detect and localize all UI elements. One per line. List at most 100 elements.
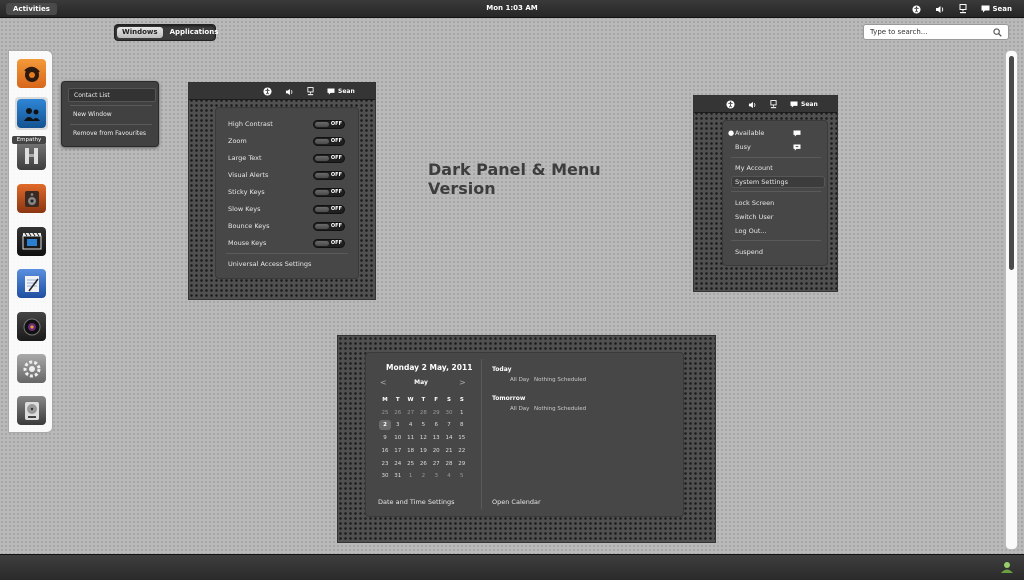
weekday-label: M (382, 397, 388, 403)
tab-applications[interactable]: Applications (165, 27, 224, 38)
suspend-item[interactable]: Suspend (735, 246, 763, 258)
calendar-day[interactable]: 10 (392, 433, 404, 443)
tab-windows[interactable]: Windows (117, 27, 163, 38)
scrollbar-thumb[interactable] (1009, 56, 1014, 270)
clock[interactable]: Mon 1:03 AM (0, 4, 1024, 12)
dash-app-9[interactable] (15, 394, 48, 427)
calendar-day[interactable]: 14 (443, 433, 455, 443)
calendar-day[interactable]: 15 (456, 433, 468, 443)
volume-icon[interactable] (285, 88, 294, 96)
calendar-day[interactable]: 30 (379, 471, 391, 481)
accessibility-icon[interactable] (726, 100, 735, 109)
workspace-scrollbar[interactable] (1005, 50, 1018, 550)
slow-keys-label: Slow Keys (228, 205, 261, 213)
volume-icon[interactable] (748, 101, 757, 109)
calendar-day[interactable]: 29 (456, 459, 468, 469)
my-account-item[interactable]: My Account (735, 162, 773, 174)
calendar-day[interactable]: 11 (405, 433, 417, 443)
accessibility-icon[interactable] (911, 4, 921, 14)
calendar-day[interactable]: 4 (443, 471, 455, 481)
calendar-day[interactable]: 4 (405, 420, 417, 430)
universal-access-settings[interactable]: Universal Access Settings (228, 258, 311, 270)
system-settings-item[interactable]: System Settings (731, 176, 825, 188)
open-calendar[interactable]: Open Calendar (492, 498, 541, 506)
next-month-button[interactable]: > (459, 378, 466, 387)
calendar-day[interactable]: 22 (456, 446, 468, 456)
calendar-day[interactable]: 25 (405, 459, 417, 469)
calendar-day[interactable]: 5 (417, 420, 429, 430)
calendar-day[interactable]: 24 (392, 459, 404, 469)
calendar-day[interactable]: 18 (405, 446, 417, 456)
notification-avatar-icon[interactable] (1000, 560, 1014, 574)
dash-app-6[interactable] (15, 267, 48, 300)
zoom-toggle[interactable]: OFF (313, 137, 345, 146)
switch-user-item[interactable]: Switch User (735, 211, 773, 223)
date-time-settings[interactable]: Date and Time Settings (378, 498, 455, 506)
user-menu-button[interactable]: Sean (327, 88, 355, 95)
calendar-day[interactable]: 6 (430, 420, 442, 430)
calendar-day[interactable]: 20 (430, 446, 442, 456)
user-menu-button[interactable]: Sean (790, 101, 818, 108)
dash-tooltip: Empathy (12, 136, 46, 144)
lock-screen-item[interactable]: Lock Screen (735, 197, 774, 209)
calendar-day[interactable]: 3 (392, 420, 404, 430)
calendar-day[interactable]: 21 (443, 446, 455, 456)
calendar-day[interactable]: 2 (417, 471, 429, 481)
network-icon[interactable] (307, 87, 314, 96)
user-menu-button[interactable]: Sean (981, 5, 1012, 13)
speaker-icon (17, 184, 46, 213)
calendar-day[interactable]: 1 (456, 408, 468, 418)
calendar-day[interactable]: 30 (443, 408, 455, 418)
sticky-keys-toggle[interactable]: OFF (313, 188, 345, 197)
menu-new-window[interactable]: New Window (68, 108, 156, 122)
slow-keys-toggle[interactable]: OFF (313, 205, 345, 214)
network-icon[interactable] (770, 100, 777, 109)
calendar-day[interactable]: 26 (417, 459, 429, 469)
calendar-day[interactable]: 2 (379, 420, 391, 431)
tomorrow-event-time: All Day (510, 406, 530, 412)
dash-app-8[interactable] (15, 352, 48, 385)
calendar-day[interactable]: 13 (430, 433, 442, 443)
calendar-day[interactable]: 25 (379, 408, 391, 418)
accessibility-icon[interactable] (263, 87, 272, 96)
calendar-day[interactable]: 31 (392, 471, 404, 481)
calendar-day[interactable]: 19 (417, 446, 429, 456)
calendar-day[interactable]: 1 (405, 471, 417, 481)
menu-remove-favourites[interactable]: Remove from Favourites (68, 127, 156, 141)
calendar-day[interactable]: 7 (443, 420, 455, 430)
calendar-day[interactable]: 23 (379, 459, 391, 469)
status-available[interactable]: ● Available (728, 127, 764, 139)
search-input[interactable] (864, 25, 984, 39)
calendar-day[interactable]: 28 (443, 459, 455, 469)
dash-app-empathy[interactable] (15, 97, 48, 130)
visual-alerts-toggle[interactable]: OFF (313, 171, 345, 180)
calendar-day[interactable]: 28 (417, 408, 429, 418)
mouse-keys-toggle[interactable]: OFF (313, 239, 345, 248)
dash-app-5[interactable] (15, 225, 48, 258)
calendar-day[interactable]: 26 (392, 408, 404, 418)
dash-app-7[interactable] (15, 310, 48, 343)
calendar-day[interactable]: 12 (417, 433, 429, 443)
calendar-day[interactable]: 5 (456, 471, 468, 481)
volume-icon[interactable] (935, 5, 945, 14)
calendar-day[interactable]: 9 (379, 433, 391, 443)
status-busy[interactable]: Busy (735, 141, 751, 153)
weekday-label: F (434, 397, 439, 403)
bounce-keys-toggle[interactable]: OFF (313, 222, 345, 231)
calendar-day[interactable]: 3 (430, 471, 442, 481)
calendar-day[interactable]: 17 (392, 446, 404, 456)
calendar-day[interactable]: 16 (379, 446, 391, 456)
calendar-day[interactable]: 27 (405, 408, 417, 418)
calendar-day[interactable]: 8 (456, 420, 468, 430)
search-icon (993, 28, 1002, 37)
dash-app-1[interactable] (15, 57, 48, 90)
calendar-day[interactable]: 27 (430, 459, 442, 469)
network-icon[interactable] (959, 4, 967, 14)
high-contrast-toggle[interactable]: OFF (313, 120, 345, 129)
log-out-item[interactable]: Log Out... (735, 225, 767, 237)
dash-app-4[interactable] (15, 182, 48, 215)
menu-contact-list[interactable]: Contact List (68, 88, 156, 102)
calendar-day[interactable]: 29 (430, 408, 442, 418)
user-status-menu: ● Available Busy My Account System Setti… (722, 120, 828, 266)
large-text-toggle[interactable]: OFF (313, 154, 345, 163)
